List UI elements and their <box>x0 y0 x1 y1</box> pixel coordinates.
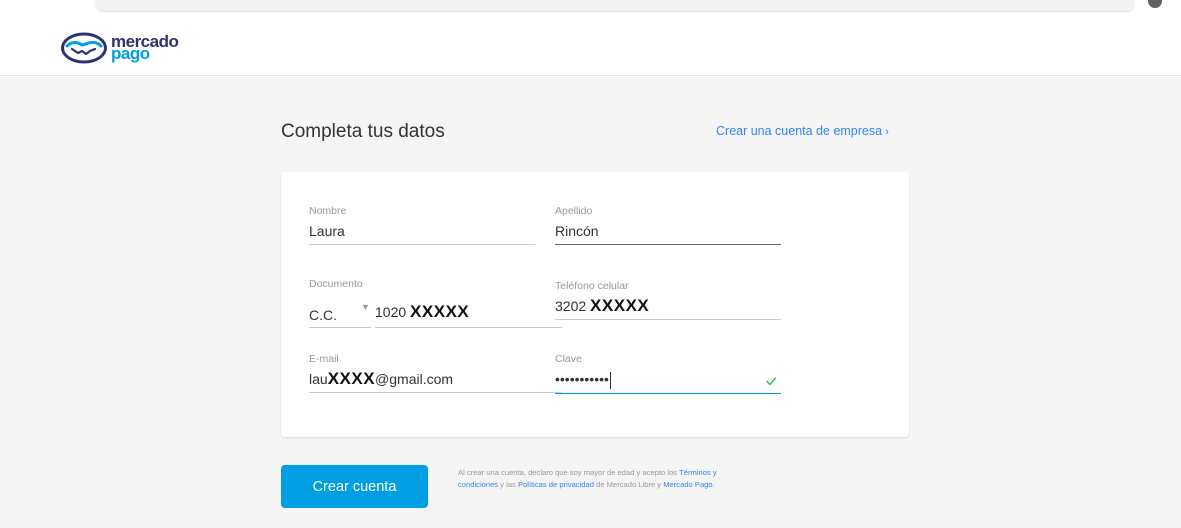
last-name-field[interactable]: Apellido Rincón <box>555 205 781 245</box>
legal-text-3: de Mercado Libre y <box>596 480 662 489</box>
document-type-underline <box>309 327 371 328</box>
password-masked: ••••••••••• <box>555 371 609 387</box>
browser-chrome <box>0 0 1181 18</box>
legal-text-2: y las <box>500 480 516 489</box>
first-name-underline <box>309 244 535 245</box>
logo-wordmark: mercado pago <box>111 33 179 62</box>
email-prefix: lau <box>309 371 328 387</box>
password-field[interactable]: Clave ••••••••••• <box>555 353 781 394</box>
phone-value: 3202 XXXXX <box>555 295 781 317</box>
phone-underline <box>555 319 781 320</box>
chevron-right-icon: › <box>885 126 889 138</box>
email-value: lauXXXX@gmail.com <box>309 368 562 390</box>
create-account-button[interactable]: Crear cuenta <box>281 465 428 508</box>
document-number-underline <box>375 327 562 328</box>
address-bar[interactable] <box>95 0 1135 12</box>
first-name-label: Nombre <box>309 205 347 217</box>
phone-field[interactable]: Teléfono celular 3202 XXXXX <box>555 280 781 320</box>
create-business-account-link[interactable]: Crear una cuenta de empresa › <box>716 124 889 138</box>
phone-label: Teléfono celular <box>555 280 629 292</box>
email-suffix: @gmail.com <box>375 371 454 387</box>
document-field: Documento C.C. ▼ 1020 XXXXX <box>309 278 562 328</box>
document-type-select[interactable]: C.C. ▼ <box>309 300 371 328</box>
last-name-value: Rincón <box>555 223 599 239</box>
document-number-prefix: 1020 <box>375 304 407 320</box>
password-value: ••••••••••• <box>555 368 781 390</box>
handshake-logo-icon <box>61 32 107 64</box>
document-type-value: C.C. <box>309 307 337 323</box>
legal-text-4: . <box>712 480 715 489</box>
first-name-value: Laura <box>309 223 345 239</box>
profile-icon[interactable] <box>1148 0 1162 8</box>
legal-notice: Al crear una cuenta, declaro que soy may… <box>458 467 748 491</box>
document-number-value: 1020 XXXXX <box>375 302 469 322</box>
legal-text-1: Al crear una cuenta, declaro que soy may… <box>458 468 678 477</box>
document-label: Documento <box>309 278 363 290</box>
page-title: Completa tus datos <box>281 121 445 142</box>
site-header: mercado pago <box>0 18 1181 76</box>
first-name-field[interactable]: Nombre Laura <box>309 205 535 245</box>
text-cursor <box>609 371 611 389</box>
registration-form-card: Nombre Laura Apellido Rincón Documento C… <box>281 172 909 437</box>
password-label: Clave <box>555 353 582 365</box>
main-content: Completa tus datos Crear una cuenta de e… <box>0 77 1181 528</box>
chevron-down-icon: ▼ <box>361 302 370 312</box>
business-link-label: Crear una cuenta de empresa <box>716 124 883 138</box>
document-number-redacted: XXXXX <box>410 302 470 321</box>
mercado-pago-logo[interactable]: mercado pago <box>60 28 179 68</box>
privacy-link[interactable]: Políticas de privacidad <box>518 480 594 489</box>
phone-redacted: XXXXX <box>590 296 650 315</box>
last-name-label: Apellido <box>555 205 593 217</box>
email-label: E-mail <box>309 353 339 365</box>
mercado-pago-link[interactable]: Mercado Pago <box>663 480 712 489</box>
phone-prefix: 3202 <box>555 298 587 314</box>
email-field[interactable]: E-mail lauXXXX@gmail.com <box>309 353 562 393</box>
check-icon <box>766 377 777 386</box>
document-number-input[interactable]: 1020 XXXXX <box>375 300 562 328</box>
last-name-underline <box>555 244 781 245</box>
email-redacted: XXXX <box>327 369 376 388</box>
email-underline <box>309 392 562 393</box>
password-underline-focused <box>555 392 781 394</box>
